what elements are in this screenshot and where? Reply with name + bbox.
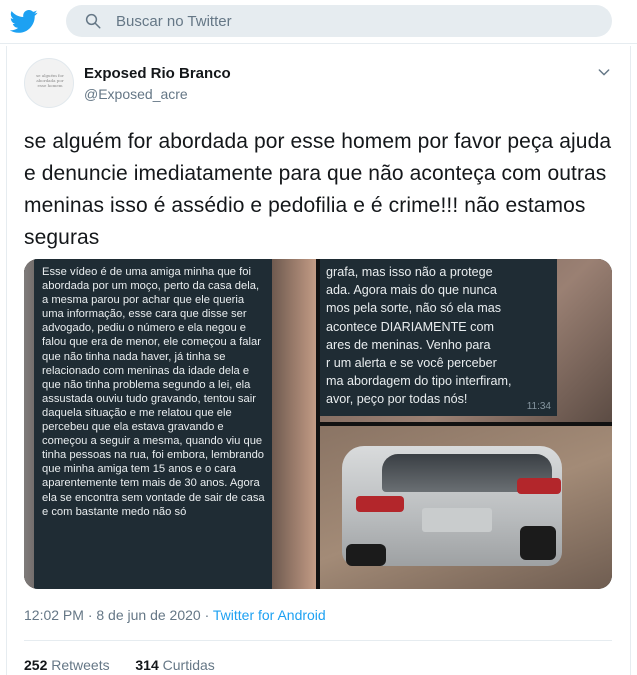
- likes-count[interactable]: 314: [135, 657, 158, 673]
- car-taillight-left: [356, 496, 404, 512]
- chat-time: 11:34: [526, 401, 551, 412]
- likes-label[interactable]: Curtidas: [163, 657, 215, 673]
- search-input[interactable]: [116, 5, 596, 37]
- twitter-bird-icon[interactable]: [10, 7, 38, 35]
- chat-message-left: Esse vídeo é de uma amiga minha que foi …: [42, 266, 265, 518]
- divider: [24, 640, 612, 641]
- search-box[interactable]: [66, 5, 612, 37]
- chat-message-right: grafa, mas isso não a protege ada. Agora…: [326, 265, 512, 407]
- source-link[interactable]: Twitter for Android: [213, 607, 326, 623]
- tweet-meta: 12:02 PM · 8 de jun de 2020 · Twitter fo…: [24, 607, 326, 623]
- chat-screenshot-left: Esse vídeo é de uma amiga minha que foi …: [34, 259, 274, 589]
- car-plate: [422, 508, 492, 532]
- retweets-count[interactable]: 252: [24, 657, 47, 673]
- search-icon: [85, 13, 101, 29]
- timestamp[interactable]: 12:02 PM · 8 de jun de 2020 ·: [24, 607, 209, 623]
- media-image-right-top[interactable]: grafa, mas isso não a protege ada. Agora…: [320, 259, 612, 422]
- chat-screenshot-right: grafa, mas isso não a protege ada. Agora…: [320, 259, 557, 416]
- top-bar: [0, 0, 637, 44]
- car-tyre-right: [520, 526, 556, 560]
- display-name[interactable]: Exposed Rio Branco: [84, 65, 231, 82]
- tweet-text: se alguém for abordada por esse homem po…: [24, 130, 612, 249]
- media-grid[interactable]: Esse vídeo é de uma amiga minha que foi …: [24, 259, 612, 589]
- retweets-label[interactable]: Retweets: [51, 657, 109, 673]
- user-handle[interactable]: @Exposed_acre: [84, 86, 188, 102]
- avatar-text: se alguém for abordada por esse homem: [36, 73, 64, 88]
- car-taillight-right: [517, 478, 561, 494]
- tweet-stats: 252 Retweets 314 Curtidas: [24, 657, 215, 673]
- chevron-down-icon[interactable]: [596, 64, 612, 80]
- media-image-left[interactable]: Esse vídeo é de uma amiga minha que foi …: [24, 259, 316, 589]
- car-tyre-left: [346, 544, 386, 566]
- media-image-right-bottom[interactable]: [320, 426, 612, 589]
- avatar[interactable]: se alguém for abordada por esse homem: [24, 58, 74, 108]
- fur-right: [272, 259, 316, 589]
- tweet-card: se alguém for abordada por esse homem Ex…: [6, 46, 631, 675]
